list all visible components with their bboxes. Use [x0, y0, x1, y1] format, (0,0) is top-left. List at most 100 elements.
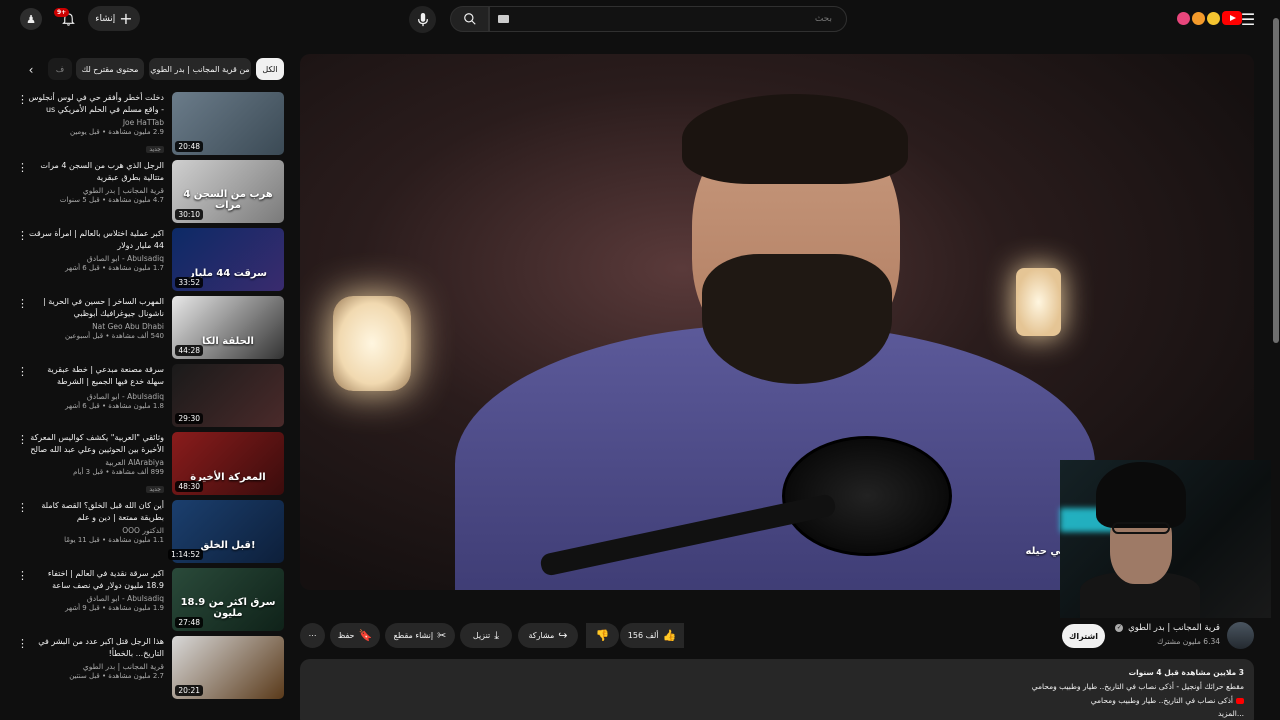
recommendation-item[interactable]: المعركة الأخيرة 48:30 وثائقي "العربية" يكش…	[12, 432, 287, 496]
video-title[interactable]: الرجل الذي هرب من السجن 4 مرات متتالية ب…	[28, 160, 164, 184]
video-duration: 20:21	[175, 685, 203, 696]
video-title[interactable]: اكبر عملية اختلاس بالعالم | امرأة سرقت 4…	[28, 228, 164, 252]
more-actions-button[interactable]: ⋯	[300, 623, 325, 648]
chip-from-channel[interactable]: من قرية المجانب | بدر الطوي	[149, 58, 251, 80]
download-button[interactable]: تنزيل ⤓	[460, 623, 512, 648]
download-icon: ⤓	[494, 628, 500, 642]
video-title[interactable]: سرقة مصنعة مبدعي | خطة عبقرية سهلة خدع ف…	[28, 364, 164, 390]
presenter-beard	[702, 254, 892, 384]
video-title[interactable]: المهرب الساخر | حسين في الحرية | ناشونال…	[28, 296, 164, 320]
video-title[interactable]: وثائقي "العربية" يكشف كواليس المعركة الأ…	[28, 432, 164, 456]
video-meta: 1.1 مليون مشاهدة • قبل 11 يومًا	[64, 536, 164, 544]
video-duration: 29:30	[175, 413, 203, 424]
background-lamp	[1016, 268, 1061, 336]
video-duration: 30:10	[175, 209, 203, 220]
recommendation-item[interactable]: 29:30 سرقة مصنعة مبدعي | خطة عبقرية سهلة …	[12, 364, 287, 428]
chip-more[interactable]: ف	[48, 58, 72, 80]
new-badge: جديد	[146, 486, 164, 493]
video-channel[interactable]: Joe HaTTab	[28, 118, 164, 127]
more-vertical-icon[interactable]: ⋮	[17, 298, 28, 309]
subscribe-button[interactable]: اشتراك	[1062, 624, 1105, 648]
more-horizontal-icon: ⋯	[308, 631, 317, 640]
more-vertical-icon[interactable]: ⋮	[17, 502, 28, 513]
share-label: مشاركة	[528, 631, 555, 640]
recommendation-item[interactable]: 20:48 دخلت أخطر وأفقر حي في لوس أنجلوس - …	[12, 92, 287, 156]
video-title[interactable]: هذا الرجل قتل اكبر عدد من البشر في التار…	[28, 636, 164, 660]
like-button[interactable]: 156 ألف 👍	[620, 623, 684, 648]
description-box[interactable]: 3 ملايين مشاهدة قبل 4 سنوات مقطع حرائك أ…	[300, 659, 1254, 720]
video-channel[interactable]: Nat Geo Abu Dhabi	[28, 322, 164, 331]
create-button[interactable]: إنشاء +	[88, 6, 140, 31]
video-title[interactable]: دخلت أخطر وأفقر حي في لوس أنجلوس - واقع …	[28, 92, 164, 116]
description-more-button[interactable]: ...المزيد	[1218, 709, 1244, 718]
video-meta: 1.7 مليون مشاهدة • قبل 6 أشهر	[65, 264, 164, 272]
recommendation-item[interactable]: الحلقة الكا 44:28 المهرب الساخر | حسين في …	[12, 296, 287, 360]
chip-recommended[interactable]: محتوى مقترح لك	[76, 58, 144, 80]
video-meta: 4.7 مليون مشاهدة • قبل 5 سنوات	[59, 196, 164, 204]
recommendation-item[interactable]: قبل الخلق! 1:14:52 أين كان الله قبل الخلق؟…	[12, 500, 287, 564]
chip-all[interactable]: الكل	[256, 58, 284, 80]
chips-scroll-left-button[interactable]: ‹	[22, 62, 40, 78]
more-vertical-icon[interactable]: ⋮	[17, 366, 28, 377]
keyboard-icon[interactable]	[498, 15, 509, 23]
clip-label: إنشاء مقطع	[393, 631, 434, 640]
recommendation-item[interactable]: 20:21 هذا الرجل قتل اكبر عدد من البشر في …	[12, 636, 287, 700]
video-duration: 48:30	[175, 481, 203, 492]
share-button[interactable]: مشاركة ↪	[518, 623, 578, 648]
recommendation-item[interactable]: سرق اكثر من 18.9 مليون 27:48 اكبر سرقة نقد…	[12, 568, 287, 632]
scrollbar-thumb[interactable]	[1273, 18, 1279, 343]
search-button[interactable]	[450, 6, 489, 32]
video-channel[interactable]: AlArabiya العربية	[28, 458, 164, 467]
video-title[interactable]: اكبر سرقة نقدية في العالم | اختفاء 18.9 …	[28, 568, 164, 592]
channel-name-text: قرية المجانب | بدر الطوي	[1128, 623, 1220, 633]
youtube-logo-link[interactable]	[1177, 8, 1242, 28]
presenter-hair	[682, 94, 908, 184]
voice-search-button[interactable]	[409, 6, 436, 33]
channel-subscribers: 6.34 مليون مشترك	[1157, 637, 1220, 646]
microphone-pop-filter	[782, 436, 952, 556]
video-info: دخلت أخطر وأفقر حي في لوس أنجلوس - واقع …	[28, 92, 164, 155]
description-views: 3 ملايين مشاهدة قبل 4 سنوات	[1128, 668, 1244, 677]
bookmark-icon: 🔖	[358, 629, 373, 642]
video-channel[interactable]: قرية المجانب | بدر الطوي	[28, 186, 164, 195]
save-button[interactable]: حفظ 🔖	[330, 623, 380, 648]
video-channel[interactable]: Abulsadiq - ابو الصادق	[28, 594, 164, 603]
more-vertical-icon[interactable]: ⋮	[17, 638, 28, 649]
top-bar: ☰ إنشاء + 9+ ♟	[0, 0, 1280, 38]
thumbs-down-icon: 👎	[595, 629, 610, 642]
video-title[interactable]: أين كان الله قبل الخلق؟ القصة كاملة بطري…	[28, 500, 164, 524]
webcam-overlay	[1060, 460, 1278, 618]
description-text: مقطع حرائك أونجيل - أذكى نصاب في التاريخ…	[1031, 682, 1244, 691]
video-info: الرجل الذي هرب من السجن 4 مرات متتالية ب…	[28, 160, 164, 204]
page-scrollbar[interactable]	[1271, 0, 1280, 720]
more-vertical-icon[interactable]: ⋮	[17, 162, 28, 173]
channel-avatar[interactable]	[1227, 622, 1254, 649]
recommendation-item[interactable]: هرب من السجن 4 مرات 30:10 الرجل الذي هرب م…	[12, 160, 287, 224]
video-duration: 27:48	[175, 617, 203, 628]
channel-name[interactable]: قرية المجانب | بدر الطوي ✓	[1113, 623, 1220, 633]
microphone-icon	[417, 12, 428, 26]
more-vertical-icon[interactable]: ⋮	[17, 434, 28, 445]
video-channel[interactable]: Abulsadiq - ابو الصادق	[28, 254, 164, 263]
more-vertical-icon[interactable]: ⋮	[17, 570, 28, 581]
notifications-badge: 9+	[54, 8, 70, 17]
video-duration: 44:28	[175, 345, 203, 356]
webcam-glasses	[1112, 522, 1170, 534]
description-link-text: أذكى نصاب في التاريخ.. طيار وطبيب ومحامي	[1090, 696, 1233, 705]
more-vertical-icon[interactable]: ⋮	[17, 94, 28, 105]
recommendation-item[interactable]: سرقت 44 مليار 33:52 اكبر عملية اختلاس بالع…	[12, 228, 287, 292]
dislike-button[interactable]: 👎	[586, 623, 619, 648]
search-input[interactable]	[490, 7, 846, 31]
description-link[interactable]: أذكى نصاب في التاريخ.. طيار وطبيب ومحامي	[1091, 696, 1244, 705]
more-vertical-icon[interactable]: ⋮	[17, 230, 28, 241]
video-channel[interactable]: الدكتور OOO	[28, 526, 164, 535]
video-channel[interactable]: Abulsadiq - ابو الصادق	[28, 392, 164, 401]
thumbnail-text: سرق اكثر من 18.9 مليون	[180, 597, 276, 619]
video-info: هذا الرجل قتل اكبر عدد من البشر في التار…	[28, 636, 164, 680]
account-avatar[interactable]: ♟	[20, 8, 42, 30]
clip-button[interactable]: إنشاء مقطع ✂	[385, 623, 455, 648]
download-label: تنزيل	[472, 631, 491, 640]
scissors-icon: ✂	[437, 629, 447, 642]
video-channel[interactable]: قرية المجانب | بدر الطوي	[28, 662, 164, 671]
video-meta: 1.9 مليون مشاهدة • قبل 9 أشهر	[65, 604, 164, 612]
